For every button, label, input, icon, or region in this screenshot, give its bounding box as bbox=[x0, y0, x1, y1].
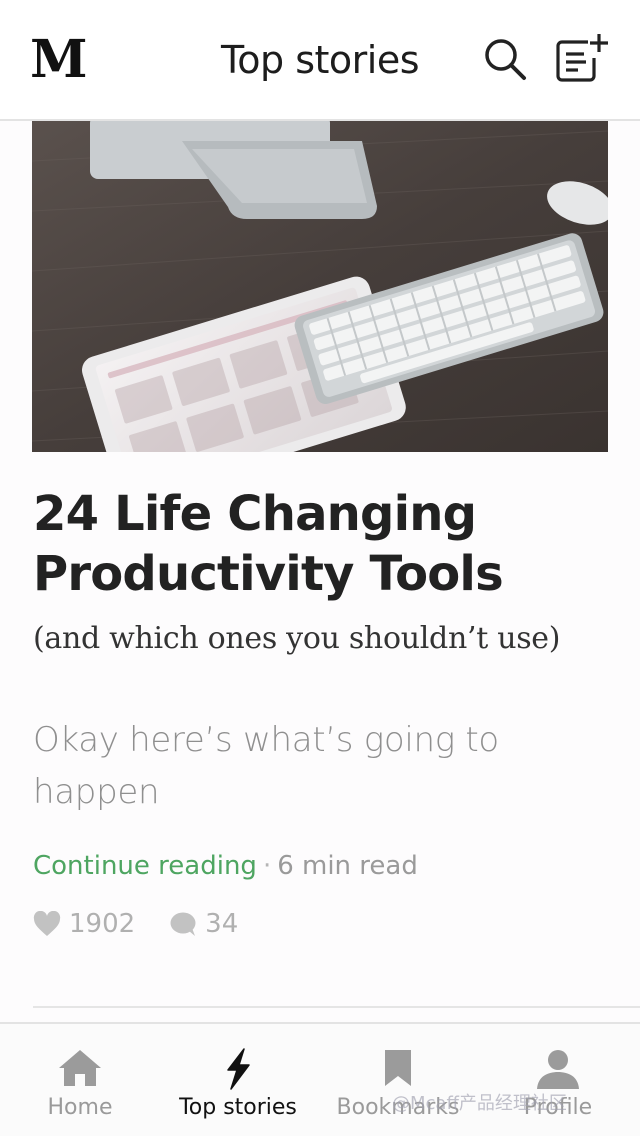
tab-home-label: Home bbox=[47, 1095, 113, 1120]
lightning-icon bbox=[227, 1048, 250, 1090]
tab-bookmarks[interactable]: Bookmarks bbox=[318, 1024, 478, 1136]
search-icon bbox=[485, 39, 526, 80]
home-icon bbox=[59, 1050, 101, 1086]
continue-reading-link[interactable]: Continue reading bbox=[33, 851, 257, 881]
article-snippet: Okay here’s what’s going to happen bbox=[33, 720, 499, 812]
responses-button[interactable]: 34 bbox=[169, 906, 238, 942]
read-time: 6 min read bbox=[277, 851, 418, 881]
new-story-button[interactable] bbox=[552, 30, 614, 86]
top-bar: M Top stories bbox=[0, 0, 640, 121]
bookmark-icon bbox=[385, 1050, 411, 1086]
meta-separator: · bbox=[262, 851, 272, 881]
article-meta: Continue reading · 6 min read bbox=[33, 846, 418, 886]
medium-app: M Top stories 24 Life Changing Productiv… bbox=[0, 0, 640, 1136]
comments-count: 34 bbox=[205, 909, 239, 939]
profile-icon bbox=[537, 1050, 579, 1089]
article-subtitle: (and which ones you shouldn’t use) bbox=[33, 621, 561, 656]
new-story-icon bbox=[556, 34, 608, 82]
bottom-tab-bar: Home Top stories Bookmarks Profile bbox=[0, 1022, 640, 1136]
desk-photo bbox=[32, 121, 608, 452]
tab-profile[interactable]: Profile bbox=[478, 1024, 638, 1136]
likes-count: 1902 bbox=[69, 909, 136, 939]
heart-icon bbox=[33, 911, 61, 936]
recommend-button[interactable]: 1902 bbox=[33, 906, 135, 942]
watermark: @Mcaff产品经理社区 bbox=[392, 1093, 567, 1114]
comment-icon bbox=[170, 912, 196, 936]
article-title[interactable]: 24 Life Changing Productivity Tools bbox=[33, 484, 613, 604]
tab-home[interactable]: Home bbox=[0, 1024, 160, 1136]
tab-top-stories-label: Top stories bbox=[179, 1095, 297, 1120]
article-stats: 1902 34 bbox=[33, 906, 238, 942]
tab-top-stories[interactable]: Top stories bbox=[158, 1024, 318, 1136]
search-button[interactable] bbox=[480, 34, 532, 86]
page-title: Top stories bbox=[220, 38, 420, 82]
hero-image[interactable] bbox=[32, 121, 608, 452]
post-divider bbox=[33, 1006, 640, 1008]
